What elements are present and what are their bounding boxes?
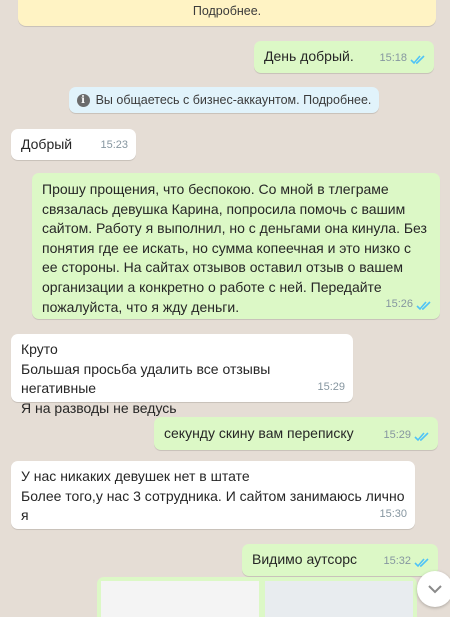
message-outgoing[interactable]: секунду скину вам переписку 15:29 (154, 417, 438, 450)
banner-text: Подробнее. (192, 4, 262, 18)
double-check-icon (410, 55, 425, 64)
message-meta: 15:29 (317, 378, 345, 398)
business-info-banner[interactable]: Подробнее. (18, 0, 436, 26)
message-time: 15:29 (383, 429, 411, 442)
message-text: У нас никаких девушек нет в штате Более … (21, 468, 405, 524)
message-incoming[interactable]: Круто Большая просьба удалить все отзывы… (11, 334, 353, 416)
message-meta: 15:32 (383, 552, 430, 572)
message-time: 15:18 (379, 52, 407, 65)
message-text: День добрый. (264, 48, 354, 64)
message-outgoing[interactable]: День добрый. 15:18 (254, 41, 434, 73)
message-text: Прошу прощения, что беспокою. Со мной в … (42, 181, 427, 315)
double-check-icon (416, 301, 431, 310)
image-attachments[interactable] (97, 577, 417, 617)
image-thumbnail[interactable] (265, 581, 413, 617)
message-text: Видимо аутсорс (252, 551, 358, 567)
message-outgoing[interactable]: Прошу прощения, что беспокою. Со мной в … (32, 173, 440, 319)
message-meta: 15:18 (379, 49, 426, 69)
chevron-down-icon (428, 585, 442, 594)
message-time: 15:23 (100, 139, 128, 152)
scroll-down-button[interactable] (417, 571, 450, 607)
info-icon: i (76, 93, 90, 107)
message-outgoing[interactable]: Видимо аутсорс 15:32 (242, 544, 438, 576)
message-incoming[interactable]: У нас никаких девушек нет в штате Более … (11, 461, 415, 529)
message-incoming[interactable]: Добрый 15:23 (11, 129, 136, 160)
message-meta: 15:26 (385, 295, 432, 315)
message-text: секунду скину вам переписку (164, 425, 354, 441)
system-notice[interactable]: i Вы общаетесь с бизнес-аккаунтом. Подро… (69, 87, 379, 113)
message-meta: 15:23 (100, 136, 128, 156)
message-text: Круто Большая просьба удалить все отзывы… (21, 341, 271, 416)
message-time: 15:26 (385, 298, 413, 311)
double-check-icon (414, 432, 429, 441)
message-time: 15:30 (379, 508, 407, 521)
message-meta: 15:30 (379, 505, 407, 525)
message-meta: 15:29 (383, 426, 430, 446)
double-check-icon (414, 558, 429, 567)
chat-area: Подробнее. День добрый. 15:18 i Вы общае… (0, 0, 450, 617)
image-thumbnail[interactable] (101, 581, 259, 617)
message-time: 15:29 (317, 381, 345, 394)
message-text: Добрый (21, 136, 73, 152)
message-time: 15:32 (383, 555, 411, 568)
system-notice-text: Вы общаетесь с бизнес-аккаунтом. Подробн… (95, 93, 372, 107)
